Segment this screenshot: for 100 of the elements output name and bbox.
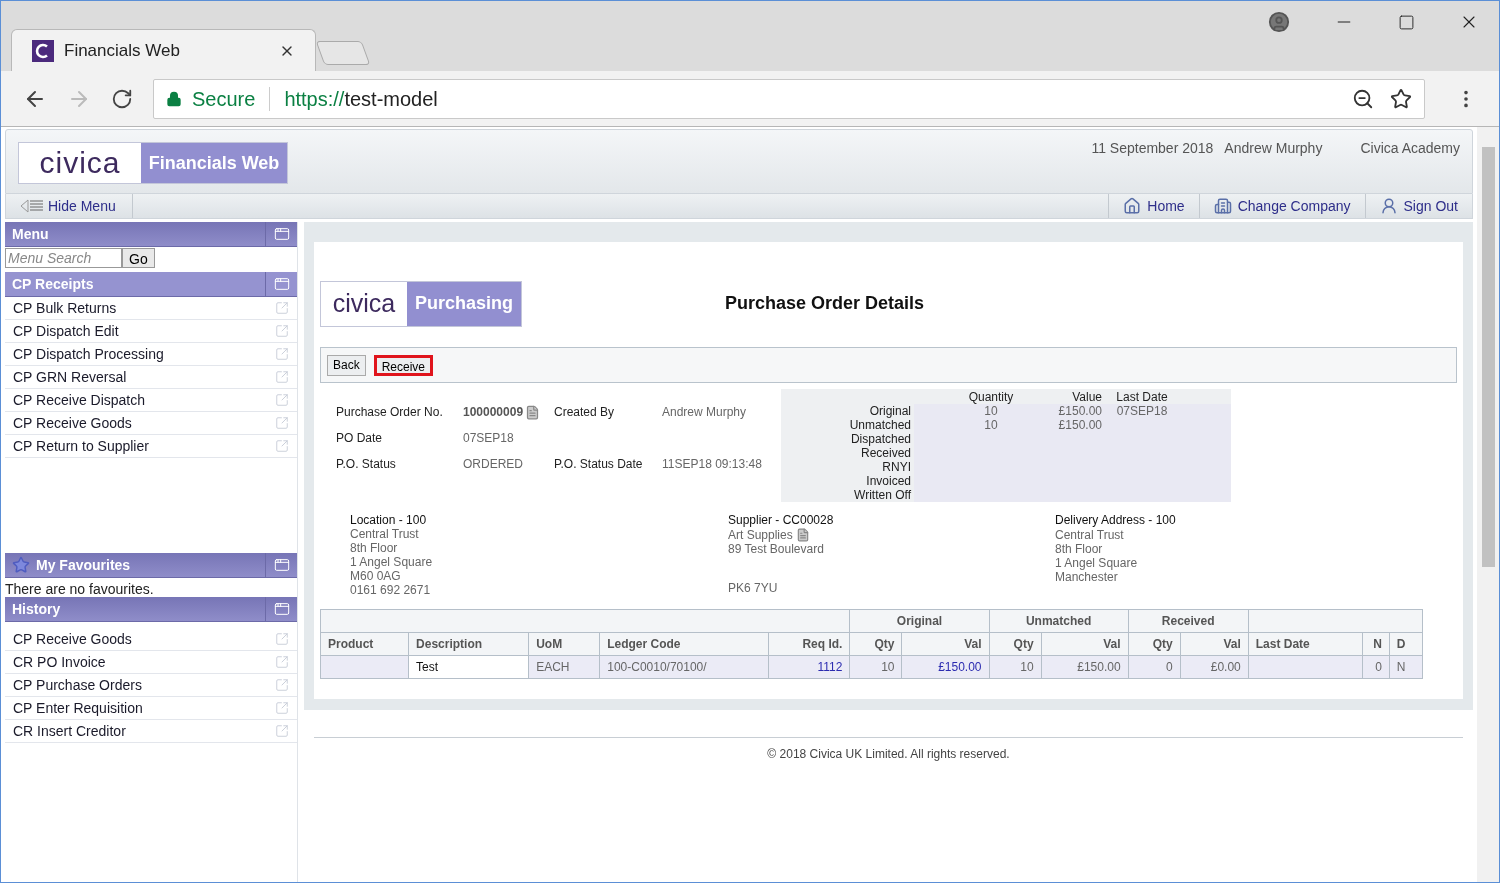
summary-label: Unmatched [781, 418, 914, 432]
summary-label: Received [781, 446, 914, 460]
table-cell: EACH [528, 655, 600, 679]
field-value: 07SEP18 [463, 430, 514, 447]
table-cell: 10 [989, 655, 1042, 679]
maximize-icon[interactable] [1398, 13, 1415, 31]
external-link-icon[interactable] [275, 324, 289, 338]
column-header: Val [902, 632, 990, 656]
summary-value: 07SEP18 [1115, 404, 1169, 418]
home-icon [1123, 197, 1142, 215]
field-value: 100000009 [463, 404, 524, 421]
toolbar-link[interactable]: Home [1108, 194, 1199, 218]
field-value: 11SEP18 09:13:48 [662, 456, 762, 473]
tab-title: Financials Web [64, 39, 181, 62]
action-button[interactable]: Receive [373, 354, 434, 376]
profile-icon[interactable] [1268, 11, 1290, 33]
field-label: P.O. Status [336, 456, 397, 473]
column-header: Req Id. [768, 632, 850, 656]
table-cell: Test [408, 655, 529, 679]
column-header: Val [1180, 632, 1249, 656]
external-link-icon[interactable] [275, 301, 289, 315]
column-header: Qty [849, 632, 902, 656]
address-title: Location - 100 [350, 513, 428, 527]
address-field[interactable]: Secure https://test-model [153, 78, 1425, 119]
new-tab-button[interactable] [315, 41, 371, 65]
summary-value: £150.00 [1057, 404, 1102, 418]
table-cell[interactable]: 1112 [768, 655, 850, 679]
table-cell: 0 [1362, 655, 1390, 679]
menu-search-field[interactable]: Menu Search [5, 248, 122, 268]
group-header: Unmatched [989, 609, 1129, 633]
go-button[interactable]: Go [122, 248, 155, 268]
summary-heading: Value [1071, 390, 1102, 404]
window-icon[interactable] [273, 226, 290, 242]
external-link-icon[interactable] [275, 724, 289, 738]
window-icon[interactable] [273, 276, 290, 292]
summary-heading: Last Date [1115, 390, 1169, 404]
column-header: Qty [1128, 632, 1181, 656]
window-icon[interactable] [273, 601, 290, 617]
panel-title: Menu [12, 224, 50, 244]
action-button[interactable]: Back [327, 354, 366, 376]
zoom-icon[interactable] [1352, 87, 1374, 110]
panel-title: My Favourites [36, 555, 132, 575]
copyright-text: © 2018 Civica UK Limited. All rights reserved. [766, 746, 1011, 763]
collapse-menu-icon [20, 199, 44, 213]
table-cell: 100-C0010/70100/ [599, 655, 769, 679]
empty-message: There are no favourites. [5, 580, 155, 597]
summary-label: Dispatched [781, 432, 914, 446]
browser-tab[interactable]: Financials Web [11, 29, 316, 71]
page-title: Purchase Order Details [725, 292, 925, 315]
column-header: Product [320, 632, 409, 656]
address-line: 1 Angel Square [350, 555, 433, 569]
app-favicon-icon [32, 39, 54, 62]
column-header: Val [1041, 632, 1129, 656]
address-title: Supplier - CC00028 [728, 513, 835, 528]
table-cell: 0 [1128, 655, 1181, 679]
panel-title: CP Receipts [12, 274, 95, 294]
toolbar-link[interactable]: Change Company [1198, 194, 1365, 218]
address-line: 1 Angel Square [1055, 556, 1138, 570]
hide-menu-button[interactable]: Hide Menu [6, 194, 133, 218]
header-date: 11 September 2018 [1091, 139, 1214, 158]
scrollbar[interactable] [1477, 127, 1499, 882]
document-icon[interactable] [525, 404, 541, 420]
toolbar-link[interactable]: Sign Out [1364, 194, 1472, 218]
external-link-icon[interactable] [275, 632, 289, 646]
external-link-icon[interactable] [275, 393, 289, 407]
field-label: P.O. Status Date [554, 456, 644, 473]
table-cell: £150.00 [1041, 655, 1129, 679]
summary-heading: Quantity [967, 390, 1015, 404]
address-title: Delivery Address - 100 [1055, 513, 1177, 528]
summary-value: 10 [983, 404, 999, 418]
external-link-icon[interactable] [275, 678, 289, 692]
address-line: Art Supplies [728, 528, 793, 542]
address-line: Central Trust [1055, 528, 1124, 542]
column-header: Qty [989, 632, 1042, 656]
bookmark-icon[interactable] [1390, 87, 1412, 110]
table-cell[interactable]: £150.00 [902, 655, 990, 679]
summary-value: 10 [983, 418, 999, 432]
window-icon[interactable] [273, 557, 290, 573]
address-line: 89 Test Boulevard [728, 542, 824, 556]
external-link-icon[interactable] [275, 347, 289, 361]
reload-icon[interactable] [111, 87, 133, 110]
external-link-icon[interactable] [275, 370, 289, 384]
column-header: Description [408, 632, 529, 656]
summary-label: Written Off [781, 488, 914, 502]
address-line: PK6 7YU [728, 581, 778, 595]
panel-title: History [12, 599, 62, 619]
document-icon[interactable] [795, 528, 810, 542]
external-link-icon[interactable] [275, 416, 289, 430]
civica-logo: civica [19, 143, 141, 183]
url-text: https://test-model [284, 86, 439, 112]
external-link-icon[interactable] [275, 701, 289, 715]
header-company: Civica Academy [1360, 139, 1460, 158]
external-link-icon[interactable] [275, 439, 289, 453]
lock-icon [166, 90, 182, 107]
external-link-icon[interactable] [275, 655, 289, 669]
star-icon [12, 556, 30, 574]
summary-value: £150.00 [1057, 418, 1102, 432]
product-name: Financials Web [141, 143, 287, 183]
field-label: PO Date [336, 430, 384, 447]
field-value: ORDERED [463, 456, 523, 473]
